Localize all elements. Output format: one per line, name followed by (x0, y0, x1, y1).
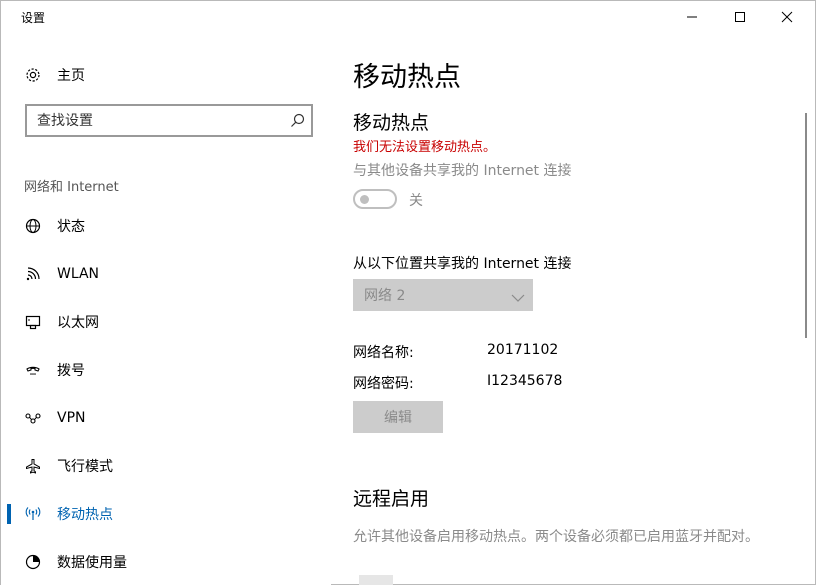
close-icon (781, 11, 793, 23)
share-connection-label: 与其他设备共享我的 Internet 连接 (353, 163, 572, 179)
sidebar-item-label: 主页 (57, 68, 85, 84)
sidebar-item-label: 拨号 (57, 363, 85, 379)
sidebar-item-data-usage[interactable]: 数据使用量 (1, 538, 331, 585)
window-title: 设置 (21, 11, 46, 25)
network-name-label: 网络名称: (353, 345, 414, 361)
hotspot-toggle[interactable] (353, 189, 397, 209)
chevron-down-icon (511, 288, 525, 307)
sidebar-item-label: 飞行模式 (57, 459, 113, 475)
search-input[interactable] (37, 111, 277, 131)
hotspot-icon (23, 506, 43, 522)
toggle-knob (360, 195, 369, 204)
sidebar-item-dialup[interactable]: 拨号 (1, 346, 331, 394)
airplane-icon (23, 458, 43, 474)
selection-indicator (7, 504, 11, 524)
maximize-button[interactable] (717, 1, 763, 33)
title-bar[interactable]: 设置 (1, 1, 815, 33)
wifi-icon (23, 266, 43, 282)
minimize-icon (687, 16, 697, 18)
sidebar-item-vpn[interactable]: VPN (1, 394, 331, 442)
share-from-label: 从以下位置共享我的 Internet 连接 (353, 256, 572, 272)
scrollbar-thumb[interactable] (805, 113, 807, 338)
remote-enable-toggle[interactable] (359, 575, 393, 585)
error-message: 我们无法设置移动热点。 (353, 140, 497, 155)
settings-window: 设置 主页 网络和 Internet 状态 (0, 0, 816, 585)
sidebar-item-mobile-hotspot[interactable]: 移动热点 (1, 490, 331, 538)
globe-icon (23, 218, 43, 234)
share-from-select[interactable]: 网络 2 (353, 279, 533, 311)
sidebar-item-label: 以太网 (57, 315, 99, 331)
dialup-icon (23, 362, 43, 378)
close-button[interactable] (764, 1, 810, 33)
sidebar-item-home[interactable]: 主页 (23, 63, 85, 87)
pie-chart-icon (23, 554, 43, 570)
vpn-icon (23, 410, 43, 426)
search-box[interactable] (25, 104, 313, 137)
toggle-state-label: 关 (409, 193, 423, 209)
sidebar: 主页 网络和 Internet 状态 WLAN 以太网 (1, 33, 331, 585)
sidebar-item-wlan[interactable]: WLAN (1, 250, 331, 298)
sidebar-item-status[interactable]: 状态 (1, 202, 331, 250)
sidebar-item-ethernet[interactable]: 以太网 (1, 298, 331, 346)
ethernet-icon (23, 314, 43, 330)
minimize-button[interactable] (669, 1, 715, 33)
remote-enable-title: 远程启用 (353, 488, 430, 510)
sidebar-item-label: VPN (57, 410, 86, 426)
sidebar-item-label: 数据使用量 (57, 555, 127, 571)
remote-enable-description: 允许其他设备启用移动热点。两个设备必须都已启用蓝牙并配对。 (353, 529, 759, 545)
section-heading: 网络和 Internet (24, 180, 119, 195)
sidebar-item-label: 状态 (57, 219, 85, 235)
gear-icon (23, 66, 43, 84)
scrollbar[interactable] (801, 33, 815, 585)
network-password-value: I12345678 (487, 373, 563, 389)
content-pane: 移动热点 移动热点 我们无法设置移动热点。 与其他设备共享我的 Internet… (331, 33, 801, 585)
sidebar-item-airplane-mode[interactable]: 飞行模式 (1, 442, 331, 490)
sidebar-item-label: 移动热点 (57, 507, 113, 523)
sidebar-item-label: WLAN (57, 266, 100, 282)
network-name-value: 20171102 (487, 342, 559, 358)
maximize-icon (735, 12, 745, 22)
section-title: 移动热点 (353, 112, 430, 134)
page-title: 移动热点 (353, 62, 461, 93)
edit-button[interactable]: 编辑 (353, 401, 443, 433)
share-from-value: 网络 2 (364, 288, 406, 304)
search-icon[interactable] (290, 113, 305, 132)
network-password-label: 网络密码: (353, 376, 414, 392)
